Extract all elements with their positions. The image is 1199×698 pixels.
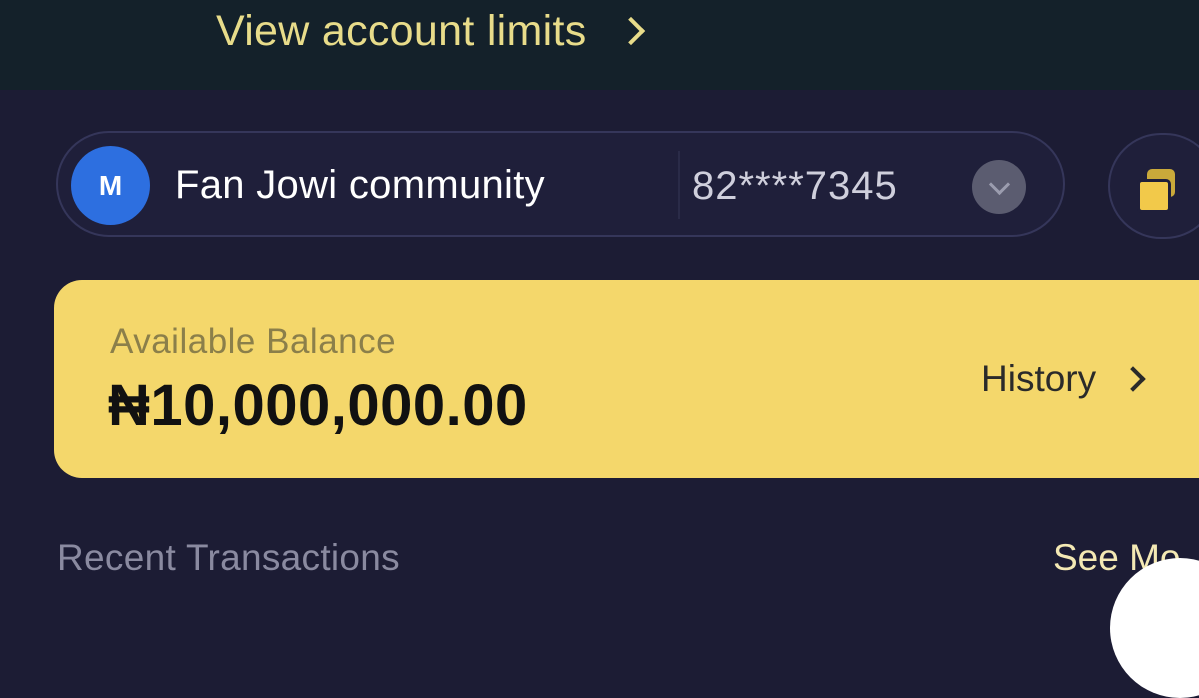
account-name: Fan Jowi community	[175, 163, 545, 207]
available-balance-label: Available Balance	[110, 322, 397, 361]
chevron-right-icon	[616, 16, 645, 46]
balance-card: Available Balance ₦10,000,000.00 History	[54, 280, 1199, 478]
avatar: M	[71, 146, 150, 225]
copy-account-button[interactable]	[1108, 133, 1199, 239]
chevron-right-icon	[1120, 366, 1146, 392]
history-link[interactable]: History	[981, 358, 1146, 400]
account-selector[interactable]: M Fan Jowi community 82****7345	[56, 131, 1065, 237]
top-banner: View account limits	[0, 0, 1199, 90]
account-dropdown-button[interactable]	[972, 160, 1026, 214]
chevron-down-icon	[988, 173, 1010, 195]
balance-amount: ₦10,000,000.00	[108, 373, 528, 438]
history-label: History	[981, 358, 1097, 399]
view-account-limits-label: View account limits	[216, 6, 587, 55]
recent-transactions-title: Recent Transactions	[57, 537, 400, 578]
floating-action-button[interactable]	[1110, 558, 1199, 698]
view-account-limits-link[interactable]: View account limits	[216, 6, 645, 56]
divider	[678, 151, 680, 219]
account-number: 82****7345	[692, 164, 898, 208]
